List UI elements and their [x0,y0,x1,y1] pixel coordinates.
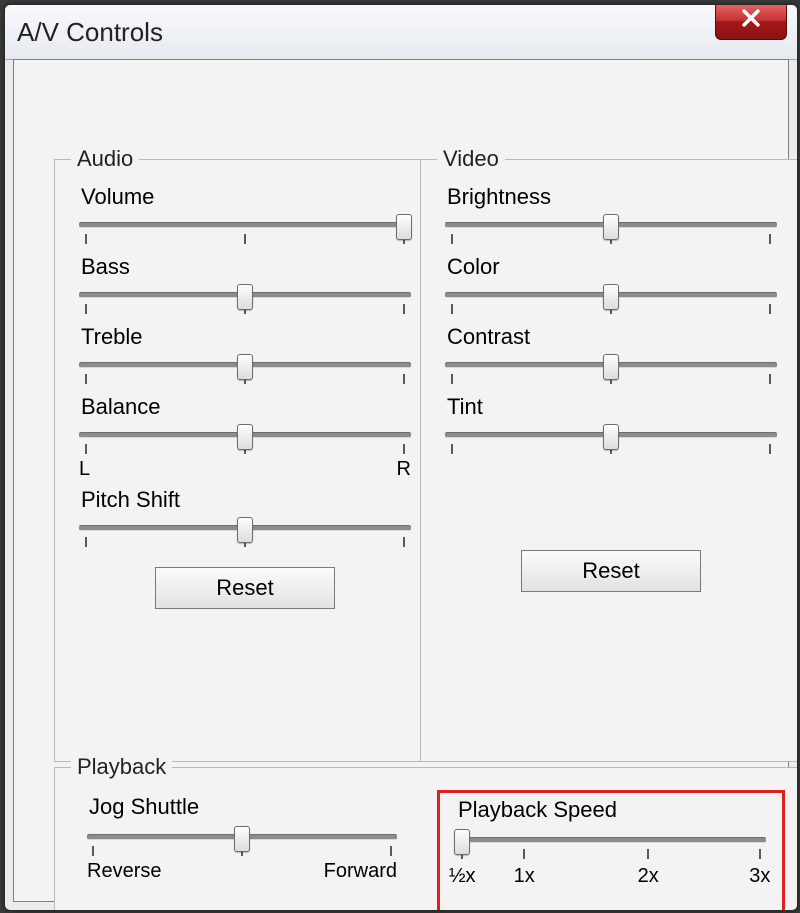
tint-label: Tint [447,394,785,420]
tint-slider[interactable] [445,422,777,458]
jog-shuttle-section: Jog Shuttle Reverse Forward [71,790,413,911]
balance-left-label: L [79,458,90,481]
color-label: Color [447,254,785,280]
video-group: Video Brightness Color Contrast [420,146,798,762]
contrast-control: Contrast [437,324,785,388]
playback-speed-section: Playback Speed ½x 1x 2x 3x [437,790,785,911]
contrast-label: Contrast [447,324,785,350]
audio-reset-button[interactable]: Reset [155,567,335,609]
pitchshift-label: Pitch Shift [81,487,419,513]
playback-legend: Playback [71,754,172,780]
color-slider[interactable] [445,282,777,318]
video-reset-button[interactable]: Reset [521,550,701,592]
speed-tick-label: 3x [749,865,770,888]
balance-slider[interactable] [79,422,411,458]
playback-group: Playback Jog Shuttle Reverse Forward Pla… [54,754,798,911]
playback-speed-slider[interactable] [456,827,766,863]
window-title: A/V Controls [17,17,163,48]
balance-control: Balance L R [71,394,419,481]
audio-legend: Audio [71,146,139,172]
pitchshift-slider[interactable] [79,515,411,551]
speed-tick-label: ½x [449,865,476,888]
treble-label: Treble [81,324,419,350]
balance-right-label: R [397,458,411,481]
speed-tick-label: 1x [514,865,535,888]
video-legend: Video [437,146,505,172]
contrast-slider[interactable] [445,352,777,388]
tint-control: Tint [437,394,785,458]
brightness-control: Brightness [437,184,785,248]
playback-speed-ticklabels: ½x1x2x3x [456,865,766,889]
pitchshift-control: Pitch Shift [71,487,419,551]
titlebar: A/V Controls [5,5,797,60]
playback-speed-label: Playback Speed [458,797,774,823]
jog-shuttle-label: Jog Shuttle [89,794,405,820]
bass-control: Bass [71,254,419,318]
jog-shuttle-slider[interactable] [87,824,397,860]
balance-label: Balance [81,394,419,420]
volume-control: Volume [71,184,419,248]
jog-forward-label: Forward [324,860,397,883]
av-controls-window: A/V Controls Audio Volume Bass [4,4,798,911]
speed-tick-label: 2x [638,865,659,888]
close-button[interactable] [715,4,787,40]
treble-slider[interactable] [79,352,411,388]
treble-control: Treble [71,324,419,388]
brightness-label: Brightness [447,184,785,210]
volume-slider[interactable] [79,212,411,248]
audio-group: Audio Volume Bass Treble [54,146,436,762]
bass-slider[interactable] [79,282,411,318]
volume-label: Volume [81,184,419,210]
brightness-slider[interactable] [445,212,777,248]
jog-reverse-label: Reverse [87,860,161,883]
color-control: Color [437,254,785,318]
client-area: Audio Volume Bass Treble [13,59,789,902]
bass-label: Bass [81,254,419,280]
close-icon [740,7,762,35]
